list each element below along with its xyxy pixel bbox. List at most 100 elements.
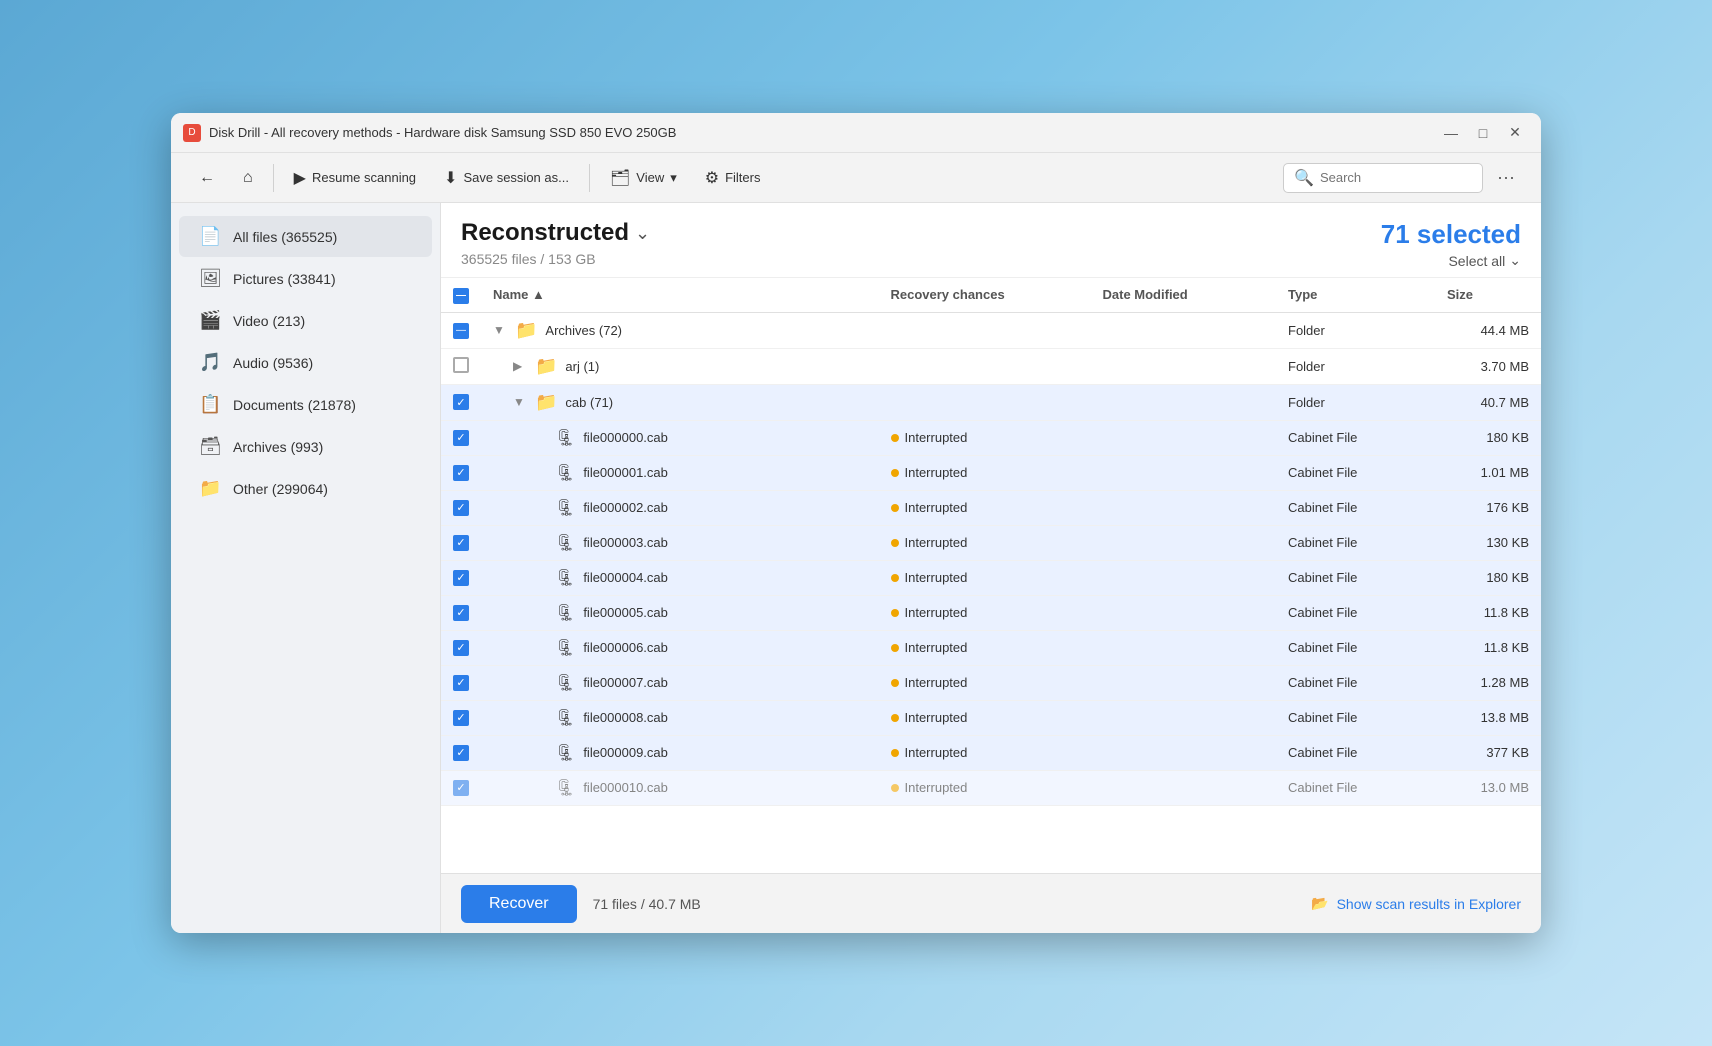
row-checkbox[interactable]: [453, 357, 469, 373]
row-name: 🗜 file000005.cab: [481, 595, 879, 630]
recovery-dot: [891, 539, 899, 547]
sidebar-label-pictures: Pictures (33841): [233, 271, 336, 287]
sidebar-icon-documents: 📋: [199, 394, 221, 415]
title-chevron-icon[interactable]: ⌄: [635, 223, 650, 244]
row-checkbox[interactable]: [453, 323, 469, 339]
save-session-button[interactable]: ⬇ Save session as...: [432, 162, 581, 194]
maximize-button[interactable]: □: [1469, 119, 1497, 147]
sidebar-icon-audio: 🎵: [199, 352, 221, 373]
file-table-container[interactable]: Name ▲ Recovery chances Date Modified Ty…: [441, 278, 1541, 873]
back-button[interactable]: ←: [187, 163, 227, 193]
selected-count: 71 selected: [1381, 219, 1521, 250]
sidebar-label-audio: Audio (9536): [233, 355, 313, 371]
select-all-label: Select all: [1448, 253, 1505, 269]
sidebar-item-all-files[interactable]: 📄 All files (365525): [179, 216, 432, 257]
table-row: 🗜file000006.cabInterruptedCabinet File11…: [441, 630, 1541, 665]
row-name: ▼📁cab (71): [481, 384, 879, 420]
header-name[interactable]: Name ▲: [481, 278, 879, 312]
sidebar-item-other[interactable]: 📁 Other (299064): [179, 468, 432, 509]
expand-icon[interactable]: ▼: [513, 395, 527, 409]
show-explorer-button[interactable]: 📂 Show scan results in Explorer: [1311, 895, 1521, 912]
row-checkbox[interactable]: [453, 535, 469, 551]
resume-scanning-button[interactable]: ▶ Resume scanning: [282, 162, 428, 194]
row-type: Folder: [1276, 384, 1435, 420]
close-button[interactable]: ✕: [1501, 119, 1529, 147]
recover-info: 71 files / 40.7 MB: [593, 896, 701, 912]
row-checkbox[interactable]: [453, 430, 469, 446]
sidebar-item-pictures[interactable]: 🖼 Pictures (33841): [179, 258, 432, 299]
recover-button[interactable]: Recover: [461, 885, 577, 923]
row-type: Cabinet File: [1276, 455, 1435, 490]
recovery-dot: [891, 679, 899, 687]
select-all-chevron-icon: ⌄: [1509, 252, 1521, 269]
sidebar-label-other: Other (299064): [233, 481, 328, 497]
file-icon: 🗜: [555, 638, 575, 658]
separator-1: [273, 164, 274, 192]
folder-icon: 📁: [515, 320, 537, 341]
row-checkbox[interactable]: [453, 675, 469, 691]
search-input[interactable]: [1320, 170, 1472, 185]
row-size: 176 KB: [1435, 490, 1541, 525]
row-type: Cabinet File: [1276, 770, 1435, 805]
header-checkbox[interactable]: [453, 288, 469, 304]
header-type: Type: [1276, 278, 1435, 312]
row-size: 130 KB: [1435, 525, 1541, 560]
explorer-icon: 📂: [1311, 895, 1328, 912]
sidebar-item-documents[interactable]: 📋 Documents (21878): [179, 384, 432, 425]
sidebar-item-audio[interactable]: 🎵 Audio (9536): [179, 342, 432, 383]
row-recovery: Interrupted: [879, 665, 1091, 700]
row-size: 377 KB: [1435, 735, 1541, 770]
row-checkbox[interactable]: [453, 605, 469, 621]
row-checkbox[interactable]: [453, 500, 469, 516]
row-recovery: Interrupted: [879, 420, 1091, 455]
row-checkbox[interactable]: [453, 570, 469, 586]
expand-icon[interactable]: ▶: [513, 359, 527, 373]
sidebar-label-all-files: All files (365525): [233, 229, 337, 245]
home-button[interactable]: ⌂: [231, 163, 265, 193]
row-type: Cabinet File: [1276, 525, 1435, 560]
row-type: Cabinet File: [1276, 630, 1435, 665]
row-date: [1091, 420, 1277, 455]
recovery-dot: [891, 784, 899, 792]
row-name: 🗜file000000.cab: [481, 420, 879, 455]
expand-icon[interactable]: ▼: [493, 323, 507, 337]
more-button[interactable]: ···: [1487, 161, 1525, 194]
minimize-button[interactable]: —: [1437, 119, 1465, 147]
file-name: file000003.cab: [583, 535, 668, 550]
row-checkbox[interactable]: [453, 465, 469, 481]
row-size: 13.0 MB: [1435, 770, 1541, 805]
table-row: 🗜file000000.cabInterruptedCabinet File18…: [441, 420, 1541, 455]
row-date: [1091, 348, 1277, 384]
select-all-button[interactable]: Select all ⌄: [1448, 252, 1521, 269]
row-recovery: [879, 348, 1091, 384]
row-name: 🗜file000008.cab: [481, 700, 879, 735]
row-checkbox[interactable]: [453, 780, 469, 796]
sidebar-item-archives[interactable]: 🗃 Archives (993): [179, 426, 432, 467]
row-recovery: Interrupted: [879, 770, 1091, 805]
file-icon: 🗜: [555, 603, 575, 623]
content-subtitle: 365525 files / 153 GB: [461, 251, 650, 267]
row-size: 11.8 KB: [1435, 595, 1541, 630]
search-box[interactable]: 🔍: [1283, 163, 1483, 193]
row-checkbox[interactable]: [453, 710, 469, 726]
row-checkbox[interactable]: [453, 745, 469, 761]
view-button[interactable]: 🗂 View ▾: [598, 162, 689, 194]
row-checkbox[interactable]: [453, 394, 469, 410]
row-recovery: Interrupted: [879, 630, 1091, 665]
bottom-bar: Recover 71 files / 40.7 MB 📂 Show scan r…: [441, 873, 1541, 933]
filters-button[interactable]: ⚙ Filters: [693, 162, 773, 194]
file-name: file000005.cab: [583, 605, 668, 620]
sidebar-item-video[interactable]: 🎬 Video (213): [179, 300, 432, 341]
row-recovery: Interrupted: [879, 595, 1091, 630]
save-label: Save session as...: [463, 170, 569, 185]
row-checkbox[interactable]: [453, 640, 469, 656]
resume-label: Resume scanning: [312, 170, 416, 185]
window-controls: — □ ✕: [1437, 119, 1529, 147]
row-size: 40.7 MB: [1435, 384, 1541, 420]
row-name: 🗜file000006.cab: [481, 630, 879, 665]
table-row: 🗜file000007.cabInterruptedCabinet File1.…: [441, 665, 1541, 700]
toolbar: ← ⌂ ▶ Resume scanning ⬇ Save session as.…: [171, 153, 1541, 203]
file-name: file000004.cab: [583, 570, 668, 585]
file-name: cab (71): [565, 395, 613, 410]
file-icon: 🗜: [555, 673, 575, 693]
